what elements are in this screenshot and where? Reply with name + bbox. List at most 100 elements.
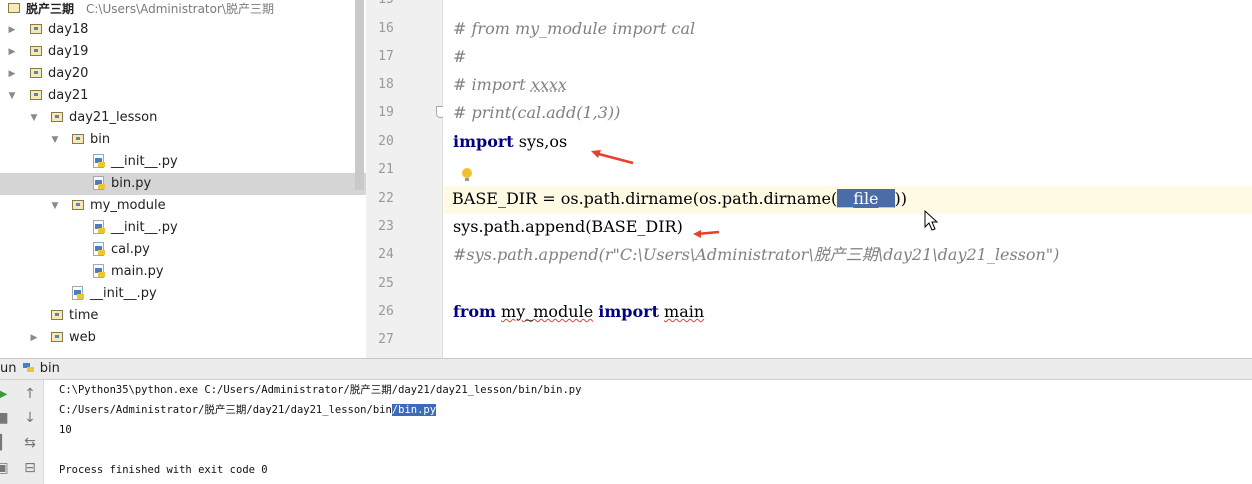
code-line-17: # <box>453 47 467 66</box>
run-console[interactable]: C:\Python35\python.exe C:/Users/Administ… <box>44 380 1252 484</box>
tree-item-day21-lesson[interactable]: ▼ day21_lesson <box>0 107 366 129</box>
python-file-icon <box>93 264 106 279</box>
comment-text: # import <box>453 75 531 94</box>
console-line: 10 <box>59 424 72 436</box>
comment-word: xxxx <box>530 75 567 94</box>
console-line: C:\Python35\python.exe C:/Users/Administ… <box>59 384 582 396</box>
project-root-name: 脱产三期 <box>26 2 75 16</box>
line-number: 24 <box>378 247 394 262</box>
mouse-cursor-icon <box>924 210 939 231</box>
folder-icon <box>30 24 42 34</box>
tree-item-bin-init[interactable]: __init__.py <box>0 151 366 173</box>
project-root[interactable]: 脱产三期 C:\Users\Administrator\脱产三期 <box>0 0 366 20</box>
line-number: 26 <box>378 304 394 319</box>
tree-item-day18[interactable]: ▶ day18 <box>0 19 366 41</box>
line-number: 25 <box>378 276 394 291</box>
tree-item-bin-py[interactable]: bin.py <box>0 173 366 195</box>
python-file-icon <box>93 242 106 257</box>
tree-item-day20[interactable]: ▶ day20 <box>0 63 366 85</box>
project-root-path: C:\Users\Administrator\脱产三期 <box>86 2 274 16</box>
line-number: 22 <box>378 191 394 206</box>
tree-item-web[interactable]: ▶ web <box>0 327 366 349</box>
scroll-down-icon[interactable]: ↓ <box>20 410 40 426</box>
run-tab[interactable]: un bin <box>0 359 60 379</box>
tree-item-label: time <box>69 308 99 323</box>
code-line-19: # print(cal.add(1,3)) <box>453 103 621 122</box>
project-scrollbar[interactable] <box>355 0 364 190</box>
code-line-16: # from my_module import cal <box>453 19 696 38</box>
chevron-down-icon[interactable]: ▼ <box>50 195 60 217</box>
line-number: 19 <box>378 105 394 120</box>
tree-item-label: bin <box>90 132 111 147</box>
dump-threads-icon[interactable]: ▣ <box>0 460 12 476</box>
line-number: 15 <box>366 0 406 14</box>
annotation-arrow-icon <box>591 150 634 165</box>
run-tab-prefix: un <box>0 361 17 376</box>
code-text: BASE_DIR = os.path.dirname(os.path.dirna… <box>452 189 838 208</box>
run-toolbar: ▶ ↑ ■ ↓ ▌ ⇆ ▣ ⊟ <box>0 380 44 484</box>
tree-item-label: __init__.py <box>111 154 178 169</box>
tree-item-lesson-init[interactable]: __init__.py <box>0 283 366 305</box>
tree-item-label: day20 <box>48 66 89 81</box>
line-number: 20 <box>378 134 394 149</box>
console-line: Process finished with exit code 0 <box>59 464 268 476</box>
chevron-right-icon[interactable]: ▶ <box>7 19 17 41</box>
tree-item-day19[interactable]: ▶ day19 <box>0 41 366 63</box>
folder-icon <box>30 90 42 100</box>
tree-item-time[interactable]: time <box>0 305 366 327</box>
tree-item-main-py[interactable]: main.py <box>0 261 366 283</box>
chevron-right-icon[interactable]: ▶ <box>7 41 17 63</box>
tree-item-label: day21_lesson <box>69 110 158 125</box>
tree-item-label: web <box>69 330 96 345</box>
lightbulb-icon[interactable] <box>461 168 473 184</box>
folder-icon <box>51 310 63 320</box>
code-line-22: BASE_DIR = os.path.dirname(os.path.dirna… <box>452 185 907 213</box>
stop-icon[interactable]: ■ <box>0 410 12 426</box>
chevron-right-icon[interactable]: ▶ <box>29 327 39 349</box>
code-text: sys,os <box>513 132 568 151</box>
project-tree-panel: 脱产三期 C:\Users\Administrator\脱产三期 ▶ day18… <box>0 0 366 358</box>
annotation-arrow-icon <box>693 230 720 238</box>
console-selection[interactable]: /bin.py <box>391 404 437 416</box>
keyword-import: import <box>453 132 514 151</box>
code-line-24: #sys.path.append(r"C:\Users\Administrato… <box>453 245 1060 264</box>
folder-icon <box>72 134 84 144</box>
tree-item-day21[interactable]: ▼ day21 <box>0 85 366 107</box>
code-line-18: # import xxxx <box>453 71 567 99</box>
chevron-down-icon[interactable]: ▼ <box>29 107 39 129</box>
rerun-icon[interactable]: ▶ <box>0 386 12 402</box>
code-line-26: from my_module import main <box>453 298 704 326</box>
selected-text[interactable]: __file__ <box>837 189 895 208</box>
tree-item-bin[interactable]: ▼ bin <box>0 129 366 151</box>
tree-item-label: main.py <box>111 264 164 279</box>
line-number: 23 <box>378 219 394 234</box>
editor-gutter: 15 16 17 18 19 20 21 22 23 24 25 26 27 <box>366 0 445 358</box>
run-tab-name: bin <box>39 361 60 376</box>
tree-item-label: cal.py <box>111 242 150 257</box>
soft-wrap-icon[interactable]: ⇆ <box>20 435 40 451</box>
tree-item-my-module[interactable]: ▼ my_module <box>0 195 366 217</box>
python-file-icon <box>93 154 106 169</box>
line-number: 21 <box>378 162 394 177</box>
line-number: 18 <box>378 77 394 92</box>
pause-icon[interactable]: ▌ <box>0 435 12 451</box>
folder-icon <box>72 200 84 210</box>
code-editor[interactable]: # from my_module import cal # # import x… <box>443 0 1252 358</box>
chevron-down-icon[interactable]: ▼ <box>50 129 60 151</box>
keyword-import: import <box>598 302 659 321</box>
chevron-down-icon[interactable]: ▼ <box>7 85 17 107</box>
python-file-icon <box>72 286 85 301</box>
run-panel-header: un bin <box>0 358 1252 380</box>
console-line: C:/Users/Administrator/脱产三期/day21/day21_… <box>59 400 437 420</box>
folder-icon <box>30 68 42 78</box>
print-icon[interactable]: ⊟ <box>20 460 40 476</box>
tree-item-cal-py[interactable]: cal.py <box>0 239 366 261</box>
module-name: my_module <box>501 302 594 321</box>
tree-item-label: day18 <box>48 22 89 37</box>
scroll-up-icon[interactable]: ↑ <box>20 386 40 402</box>
line-number: 17 <box>378 49 394 64</box>
tree-item-label: bin.py <box>111 176 152 191</box>
chevron-right-icon[interactable]: ▶ <box>7 63 17 85</box>
line-number: 27 <box>378 332 394 347</box>
tree-item-my-module-init[interactable]: __init__.py <box>0 217 366 239</box>
